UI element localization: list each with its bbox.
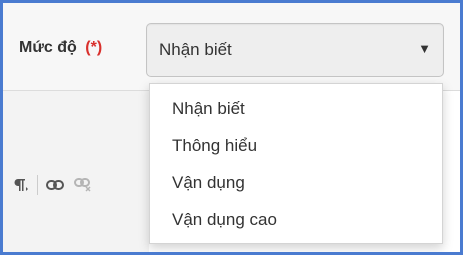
screenshot-frame: Mức độ (*) Nhận biết ▼ Nhận biết Thông h…	[0, 0, 463, 255]
form-header: Mức độ (*) Nhận biết ▼	[3, 3, 460, 91]
level-select[interactable]: Nhận biết ▼	[146, 23, 444, 77]
level-dropdown-menu: Nhận biết Thông hiểu Vận dụng Vận dụng c…	[149, 83, 443, 244]
toolbar-divider	[37, 175, 38, 195]
required-mark: (*)	[85, 39, 103, 56]
option-van-dung[interactable]: Vận dụng	[150, 164, 442, 201]
paragraph-icon[interactable]	[9, 174, 31, 196]
select-value: Nhận biết	[159, 40, 232, 59]
field-label: Mức độ (*)	[19, 39, 102, 57]
link-icon[interactable]	[44, 174, 66, 196]
editor-area	[3, 91, 149, 252]
caret-down-icon: ▼	[418, 41, 431, 56]
option-thong-hieu[interactable]: Thông hiểu	[150, 127, 442, 164]
option-van-dung-cao[interactable]: Vận dụng cao	[150, 201, 442, 238]
option-nhan-biet[interactable]: Nhận biết	[150, 90, 442, 127]
unlink-icon[interactable]	[72, 174, 94, 196]
editor-toolbar	[9, 173, 94, 197]
field-label-text: Mức độ	[19, 39, 77, 56]
